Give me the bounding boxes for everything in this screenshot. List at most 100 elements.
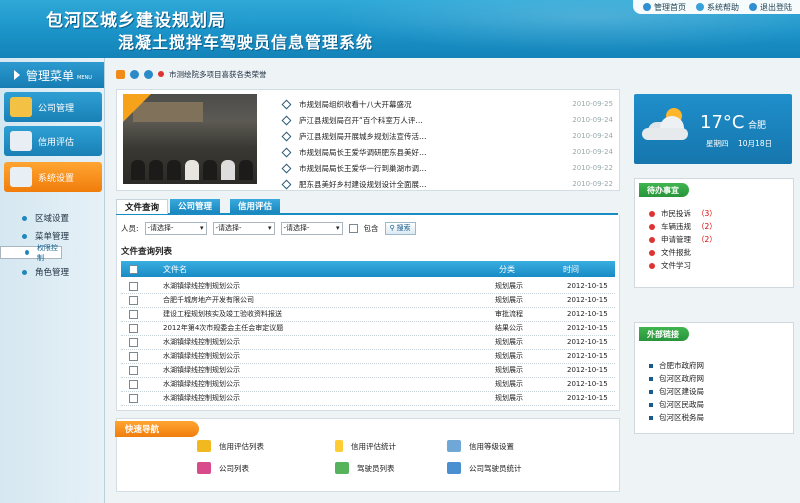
todo-item[interactable]: 文件学习 <box>649 259 717 272</box>
row-checkbox[interactable] <box>129 295 138 305</box>
todo-item[interactable]: 市民投诉 （3） <box>649 207 717 220</box>
todo-item[interactable]: 文件报批 <box>649 246 717 259</box>
home-icon[interactable] <box>116 69 125 79</box>
news-date: 2010-09-22 <box>572 180 613 188</box>
quick-nav-title: 快速导航 <box>115 421 199 437</box>
menu-title: 管理菜单 MENU <box>0 62 104 88</box>
row-checkbox[interactable] <box>129 281 138 291</box>
row-checkbox[interactable] <box>129 365 138 375</box>
search-button[interactable]: ⚲ 搜索 <box>384 221 416 235</box>
quick-company-list[interactable]: 公司列表 <box>197 461 249 475</box>
subnav-permission[interactable]: 权限控制 <box>0 244 62 262</box>
row-checkbox[interactable] <box>129 379 138 389</box>
quick-driver-stats[interactable]: 公司驾驶员统计 <box>447 461 522 475</box>
row-category: 规划展示 <box>495 338 523 346</box>
table-row[interactable]: 水湖镇绿线控制规划公示 规划展示 2012-10-15 <box>121 391 615 406</box>
tab-company[interactable]: 公司管理 <box>170 199 221 213</box>
row-checkbox[interactable] <box>129 309 138 319</box>
alert-icon <box>649 249 655 256</box>
links-list: 合肥市政府网 包河区政府网 包河区建设局 包河区民政局 包河区税务局 <box>649 359 704 424</box>
todo-label: 车辆违规 <box>661 222 691 231</box>
external-link[interactable]: 合肥市政府网 <box>649 359 704 372</box>
table-row[interactable]: 水湖镇绿线控制规划公示 规划展示 2012-10-15 <box>121 377 615 392</box>
todo-item[interactable]: 申请管理 （2） <box>649 233 717 246</box>
row-name[interactable]: 水湖镇绿线控制规划公示 <box>163 391 240 405</box>
home-icon <box>643 3 651 11</box>
subnav-region[interactable]: 区域设置 <box>0 210 104 226</box>
table-row[interactable]: 水湖镇绿线控制规划公示 规划展示 2012-10-15 <box>121 363 615 378</box>
subnav-label: 角色管理 <box>35 268 70 278</box>
todo-item[interactable]: 车辆违规 （2） <box>649 220 717 233</box>
table-row[interactable]: 建设工程规划核实及竣工验收资料报送 审批流程 2012-10-15 <box>121 307 615 322</box>
row-name[interactable]: 2012年第4次市规委会主任会审定议题 <box>163 321 283 335</box>
table-row[interactable]: 水湖镇绿线控制规划公示 规划展示 2012-10-15 <box>121 349 615 364</box>
home-link[interactable]: 管理首页 <box>643 2 686 13</box>
news-photo[interactable] <box>123 94 257 184</box>
header-name[interactable]: 文件名 <box>163 261 187 277</box>
menu-title-text: 管理菜单 <box>26 68 75 83</box>
sidebar-item-company[interactable]: 公司管理 <box>4 92 102 122</box>
breadcrumb-text[interactable]: 市测绘院多项目喜获各类荣誉 <box>169 69 267 80</box>
diamond-icon <box>281 99 292 109</box>
tab-bar: 文件查询 公司管理 信用评估 <box>116 199 618 215</box>
help-link[interactable]: 系统帮助 <box>696 2 739 13</box>
row-name[interactable]: 水湖镇绿线控制规划公示 <box>163 335 240 349</box>
external-link[interactable]: 包河区政府网 <box>649 372 704 385</box>
tab-file-query[interactable]: 文件查询 <box>116 199 169 214</box>
row-checkbox[interactable] <box>129 351 138 361</box>
row-name[interactable]: 合肥千城房地产开发有限公司 <box>163 293 254 307</box>
forward-icon[interactable] <box>144 69 153 79</box>
external-link[interactable]: 包河区民政局 <box>649 398 704 411</box>
table-row[interactable]: 合肥千城房地产开发有限公司 规划展示 2012-10-15 <box>121 293 615 308</box>
include-checkbox[interactable] <box>348 223 358 233</box>
select-all-checkbox[interactable] <box>129 264 138 274</box>
search-button-label: 搜索 <box>396 224 411 232</box>
table-row[interactable]: 水湖镇绿线控制规划公示 规划展示 2012-10-15 <box>121 335 615 350</box>
external-link[interactable]: 包河区建设局 <box>649 385 704 398</box>
sidebar-item-credit[interactable]: 信用评估 <box>4 126 102 156</box>
news-item[interactable]: 市规划局局长王爱华一行到巢湖市调… 2010-09-22 <box>281 160 613 176</box>
subnav-role[interactable]: 角色管理 <box>0 264 104 280</box>
links-title: 外部链接 <box>639 327 689 341</box>
row-checkbox[interactable] <box>129 393 138 403</box>
bullet-icon <box>22 215 27 221</box>
back-icon[interactable] <box>130 69 139 79</box>
speaker-icon <box>158 71 164 77</box>
news-item[interactable]: 市规划局组织收看十八大开幕盛况 2010-09-25 <box>281 96 613 112</box>
quick-credit-level[interactable]: 信用等级设置 <box>447 439 514 453</box>
todo-panel: 待办事宜 市民投诉 （3） 车辆违规 （2） 申请管理 （2） 文件报批 文件学习 <box>634 178 794 288</box>
row-name[interactable]: 水湖镇绿线控制规划公示 <box>163 377 240 391</box>
quick-credit-list[interactable]: 信用评估列表 <box>197 439 264 453</box>
table-header: 文件名 分类 时间 <box>121 261 615 277</box>
row-checkbox[interactable] <box>129 323 138 333</box>
list-title: 文件查询列表 <box>121 247 173 257</box>
row-checkbox[interactable] <box>129 337 138 347</box>
quick-credit-stats[interactable]: 信用评估统计 <box>335 439 396 453</box>
header-time[interactable]: 时间 <box>563 261 579 277</box>
table-row[interactable]: 水湖镇绿线控制规划公示 规划展示 2012-10-15 <box>121 279 615 294</box>
external-link[interactable]: 包河区税务局 <box>649 411 704 424</box>
header-category[interactable]: 分类 <box>499 261 515 277</box>
logout-link[interactable]: 退出登陆 <box>749 2 792 13</box>
row-name[interactable]: 水湖镇绿线控制规划公示 <box>163 279 240 293</box>
sidebar-item-settings[interactable]: 系统设置 <box>4 162 102 192</box>
news-item[interactable]: 庐江县规划局召开“百个科室万人评… 2010-09-24 <box>281 112 613 128</box>
tab-credit[interactable]: 信用评估 <box>230 199 281 213</box>
sidebar: 管理菜单 MENU 公司管理 信用评估 系统设置 区域设置 菜单管理 权限控制 … <box>0 58 105 503</box>
diamond-icon <box>281 147 292 157</box>
row-name[interactable]: 建设工程规划核实及竣工验收资料报送 <box>163 307 282 321</box>
row-name[interactable]: 水湖镇绿线控制规划公示 <box>163 363 240 377</box>
filter-select-3[interactable]: -请选择- ▾ <box>280 221 343 235</box>
news-item[interactable]: 肥东县美好乡村建设规划设计全面展… 2010-09-22 <box>281 176 613 192</box>
quick-driver-list[interactable]: 驾驶员列表 <box>335 461 395 475</box>
row-name[interactable]: 水湖镇绿线控制规划公示 <box>163 349 240 363</box>
filter-select-2[interactable]: -请选择- ▾ <box>212 221 275 235</box>
select-value: -请选择- <box>215 224 242 232</box>
news-item[interactable]: 庐江县规划局开展城乡规划法宣传活… 2010-09-24 <box>281 128 613 144</box>
diamond-icon <box>281 131 292 141</box>
select-all-cell <box>129 261 138 277</box>
filter-select-1[interactable]: -请选择- ▾ <box>144 221 207 235</box>
todo-count: （3） <box>697 209 717 218</box>
table-row[interactable]: 2012年第4次市规委会主任会审定议题 结果公示 2012-10-15 <box>121 321 615 336</box>
news-item[interactable]: 市规划局局长王爱华调研肥东县美好… 2010-09-24 <box>281 144 613 160</box>
